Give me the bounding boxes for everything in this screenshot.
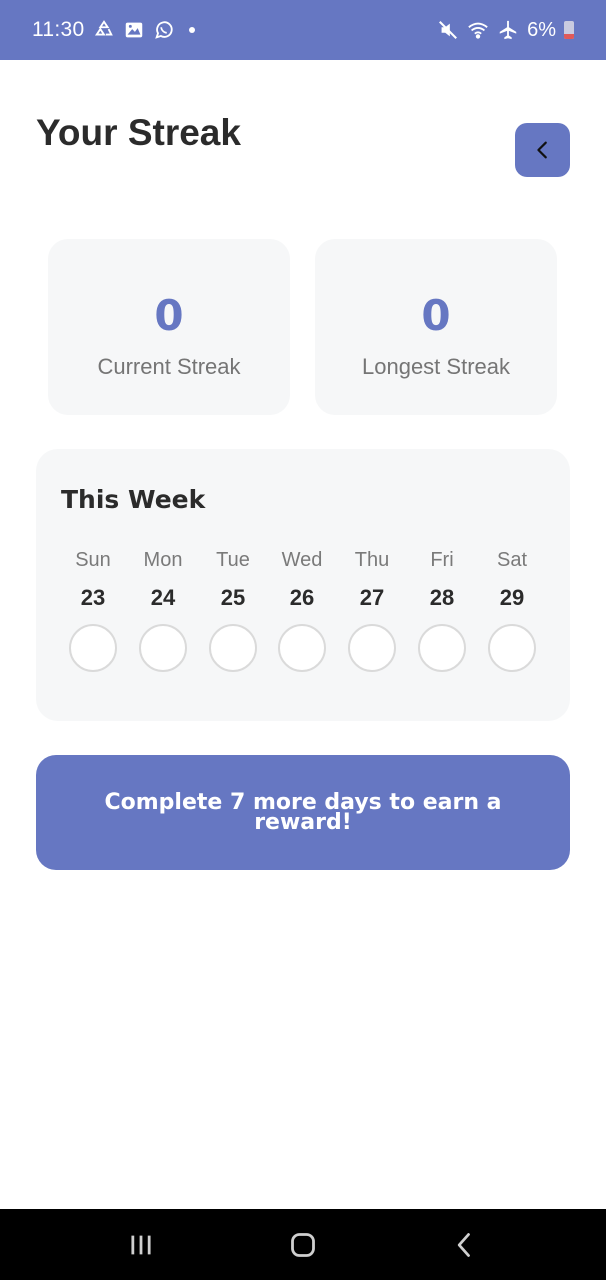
day-status-circle[interactable] xyxy=(348,624,396,672)
day-mon: Mon 24 xyxy=(133,549,193,672)
day-status-circle[interactable] xyxy=(69,624,117,672)
system-nav-bar xyxy=(0,1209,606,1280)
day-fri: Fri 28 xyxy=(412,549,472,672)
nav-back-button[interactable] xyxy=(435,1215,495,1275)
battery-level xyxy=(564,33,574,39)
day-name: Mon xyxy=(143,549,183,571)
day-name: Sun xyxy=(75,549,111,571)
longest-streak-value: 0 xyxy=(421,291,451,340)
day-status-circle[interactable] xyxy=(278,624,326,672)
day-name: Tue xyxy=(216,549,250,571)
day-wed: Wed 26 xyxy=(272,549,332,672)
gallery-icon xyxy=(123,19,145,41)
day-status-circle[interactable] xyxy=(139,624,187,672)
notification-dot xyxy=(188,27,195,33)
wifi-icon xyxy=(467,19,489,41)
day-tue: Tue 25 xyxy=(203,549,263,672)
status-bar: 11:30 6% xyxy=(0,0,606,60)
current-streak-card: 0 Current Streak xyxy=(48,239,290,415)
day-thu: Thu 27 xyxy=(342,549,402,672)
chevron-left-icon xyxy=(536,141,547,159)
day-date: 24 xyxy=(150,585,176,610)
day-sat: Sat 29 xyxy=(482,549,542,672)
day-sun: Sun 23 xyxy=(63,549,123,672)
day-date: 29 xyxy=(499,585,525,610)
day-name: Sat xyxy=(496,549,528,571)
status-time: 11:30 xyxy=(32,18,85,41)
day-name: Fri xyxy=(430,549,454,571)
longest-streak-card: 0 Longest Streak xyxy=(315,239,557,415)
day-date: 25 xyxy=(220,585,246,610)
reward-text: Complete 7 more days to earn a reward! xyxy=(104,789,502,835)
day-date: 26 xyxy=(289,585,315,610)
week-title: This Week xyxy=(61,485,206,514)
home-button[interactable] xyxy=(273,1215,333,1275)
longest-streak-label: Longest Streak xyxy=(362,354,510,379)
reward-banner: Complete 7 more days to earn a reward! xyxy=(36,755,570,870)
streak-screen: 11:30 6% Your Streak 0 Current Streak 0 … xyxy=(0,0,606,1280)
home-icon xyxy=(291,1232,315,1257)
back-icon xyxy=(457,1232,470,1257)
battery-percentage: 6% xyxy=(527,18,556,41)
day-date: 23 xyxy=(80,585,106,610)
whatsapp-icon xyxy=(153,19,175,41)
recents-icon xyxy=(131,1235,151,1254)
day-status-circle[interactable] xyxy=(488,624,536,672)
airplane-icon xyxy=(497,19,519,41)
day-date: 27 xyxy=(359,585,385,610)
this-week-card: This Week Sun 23 Mon 24 Tue 25 Wed 26 Th… xyxy=(36,449,570,721)
back-button[interactable] xyxy=(515,123,570,177)
day-name: Wed xyxy=(281,549,323,571)
recycle-icon xyxy=(93,19,115,41)
current-streak-value: 0 xyxy=(154,291,184,340)
mute-icon xyxy=(437,19,459,41)
recents-button[interactable] xyxy=(111,1215,171,1275)
current-streak-label: Current Streak xyxy=(97,354,241,379)
status-left: 11:30 xyxy=(32,18,195,42)
page-title: Your Streak xyxy=(36,112,241,153)
day-status-circle[interactable] xyxy=(418,624,466,672)
day-status-circle[interactable] xyxy=(209,624,257,672)
day-date: 28 xyxy=(429,585,455,610)
battery-icon xyxy=(564,21,574,39)
day-name: Thu xyxy=(354,549,390,571)
status-right: 6% xyxy=(437,19,574,42)
